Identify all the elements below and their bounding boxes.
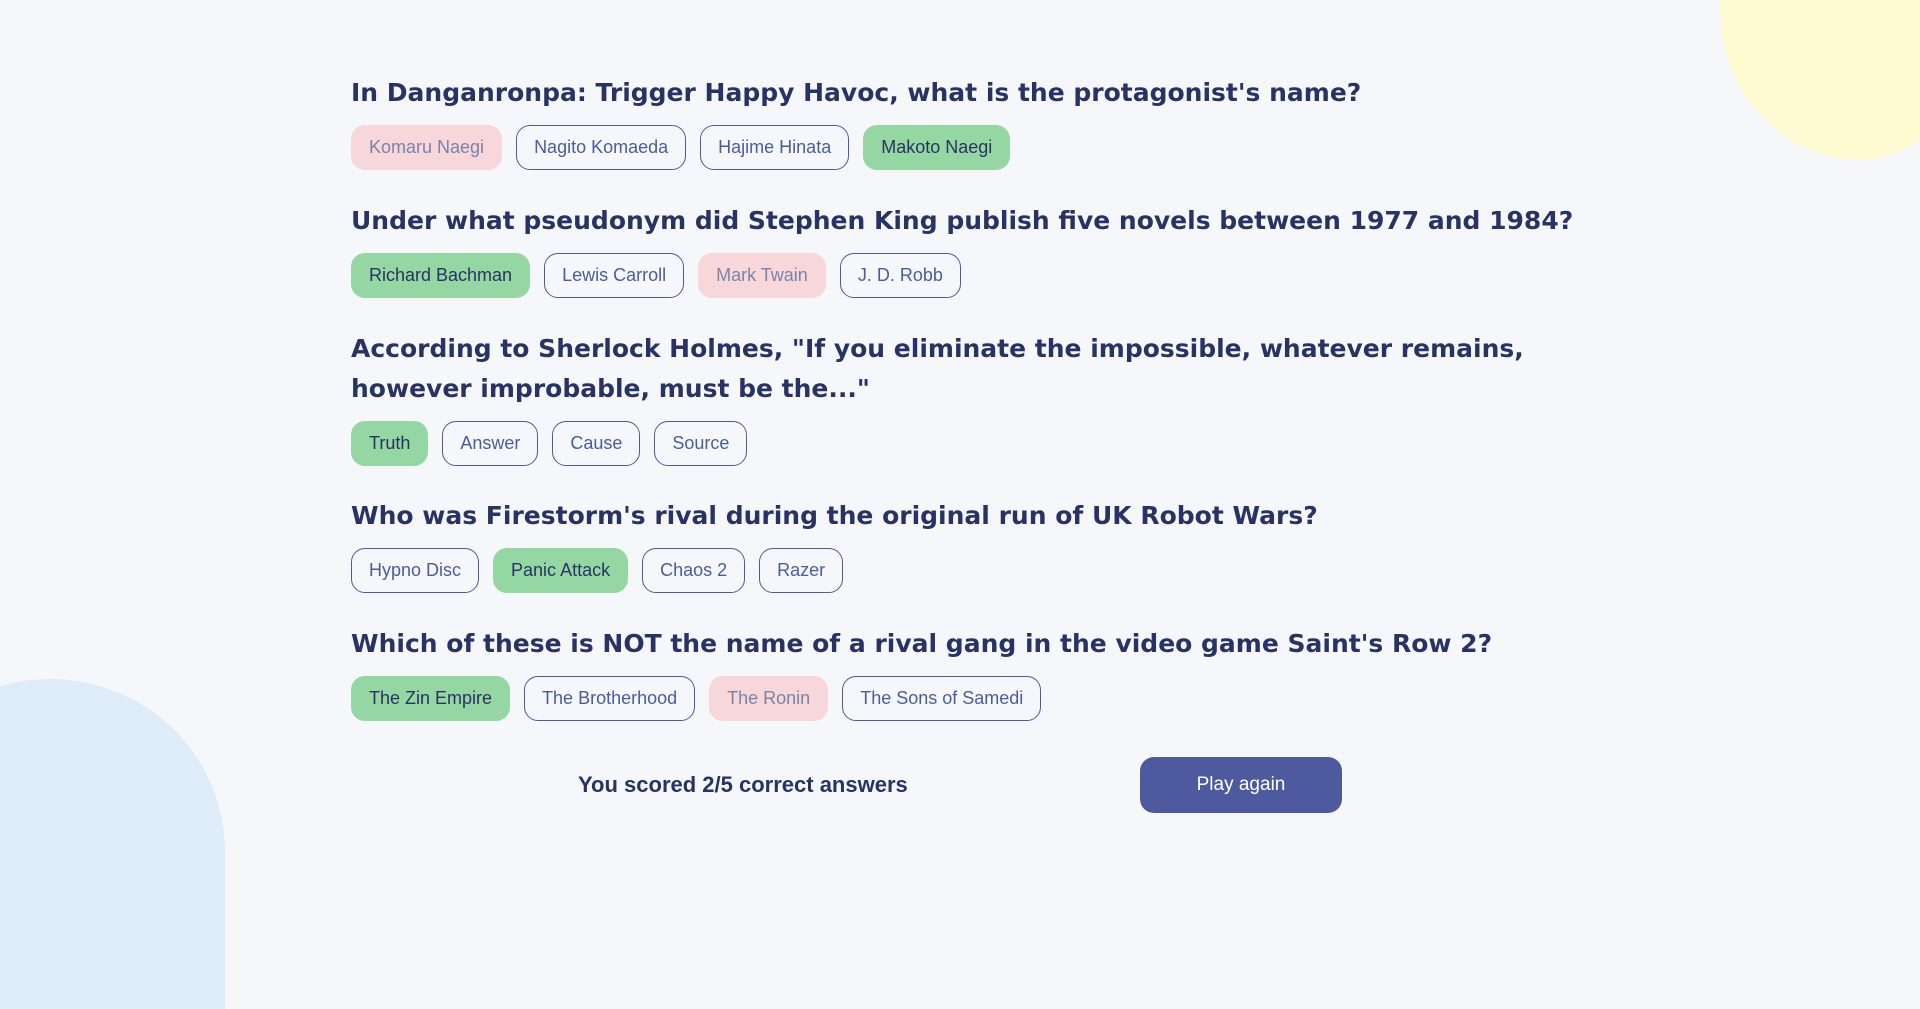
question-text: According to Sherlock Holmes, "If you el…: [351, 334, 1524, 403]
results-footer: You scored 2/5 correct answers Play agai…: [0, 757, 1920, 813]
answer-option[interactable]: Answer: [442, 421, 539, 466]
answer-options: The Zin Empire The Brotherhood The Ronin…: [351, 676, 1601, 721]
answer-option[interactable]: Panic Attack: [493, 548, 629, 593]
question-block-3: According to Sherlock Holmes, "If you el…: [351, 329, 1601, 466]
question-text: Who was Firestorm's rival during the ori…: [351, 501, 1318, 530]
answer-option[interactable]: Nagito Komaeda: [516, 125, 687, 170]
answer-option[interactable]: The Brotherhood: [524, 676, 696, 721]
answer-option[interactable]: Mark Twain: [698, 253, 826, 298]
answer-options: Richard Bachman Lewis Carroll Mark Twain…: [351, 253, 1601, 298]
answer-option[interactable]: Lewis Carroll: [544, 253, 685, 298]
answer-options: Truth Answer Cause Source: [351, 421, 1601, 466]
answer-option[interactable]: Source: [654, 421, 748, 466]
answer-option[interactable]: Hajime Hinata: [700, 125, 850, 170]
answer-option[interactable]: Makoto Naegi: [863, 125, 1011, 170]
question-block-2: Under what pseudonym did Stephen King pu…: [351, 201, 1601, 298]
answer-option[interactable]: Richard Bachman: [351, 253, 531, 298]
score-text: You scored 2/5 correct answers: [578, 772, 908, 797]
question-block-1: In Danganronpa: Trigger Happy Havoc, wha…: [351, 73, 1601, 170]
answer-options: Hypno Disc Panic Attack Chaos 2 Razer: [351, 548, 1601, 593]
answer-option[interactable]: Komaru Naegi: [351, 125, 503, 170]
question-block-5: Which of these is NOT the name of a riva…: [351, 624, 1601, 721]
answer-option[interactable]: The Zin Empire: [351, 676, 511, 721]
decorative-blob-blue: [0, 679, 225, 1009]
question-text: Which of these is NOT the name of a riva…: [351, 629, 1493, 658]
question-block-4: Who was Firestorm's rival during the ori…: [351, 496, 1601, 593]
play-again-button[interactable]: Play again: [1140, 757, 1342, 813]
answer-option[interactable]: Truth: [351, 421, 429, 466]
decorative-blob-yellow: [1720, 0, 1920, 160]
answer-options: Komaru Naegi Nagito Komaeda Hajime Hinat…: [351, 125, 1601, 170]
answer-option[interactable]: Hypno Disc: [351, 548, 480, 593]
answer-option[interactable]: Razer: [759, 548, 844, 593]
question-text: Under what pseudonym did Stephen King pu…: [351, 206, 1574, 235]
answer-option[interactable]: J. D. Robb: [839, 253, 961, 298]
question-text: In Danganronpa: Trigger Happy Havoc, wha…: [351, 78, 1362, 107]
answer-option[interactable]: The Ronin: [709, 676, 829, 721]
answer-option[interactable]: Cause: [552, 421, 641, 466]
answer-option[interactable]: Chaos 2: [642, 548, 746, 593]
answer-option[interactable]: The Sons of Samedi: [842, 676, 1042, 721]
